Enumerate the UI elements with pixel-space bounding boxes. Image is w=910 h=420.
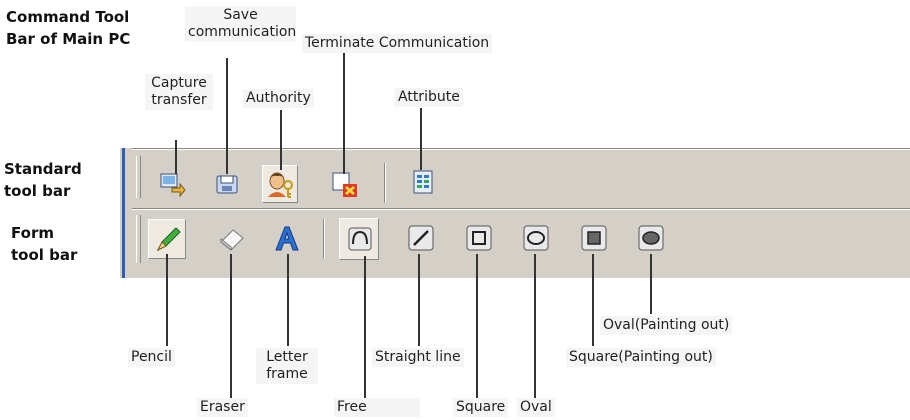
square-icon (466, 225, 492, 251)
straight-line-button[interactable] (403, 220, 437, 254)
straight-line-icon (408, 225, 434, 251)
toolbar-grip[interactable] (122, 148, 125, 278)
eraser-button[interactable] (215, 221, 249, 255)
leader-letter-frame (287, 254, 289, 346)
free-label-text: Free (337, 399, 367, 415)
label-terminate-communication: Terminate Communication (302, 34, 493, 53)
oval-button[interactable] (519, 221, 553, 255)
save-label-line1: Save (223, 7, 258, 23)
label-oval-painting-out: Oval(Painting out) (600, 316, 733, 335)
leader-eraser (230, 254, 232, 400)
standard-label-line2: tool bar (4, 182, 71, 200)
capture-label-line2: transfer (151, 92, 207, 108)
standard-toolbar-handle[interactable] (136, 156, 141, 198)
authority-icon (268, 172, 293, 198)
form-toolbar-label: Form tool bar (11, 222, 77, 266)
letter-frame-icon (275, 226, 299, 251)
save-label-line2: communication (188, 24, 297, 40)
label-letter-frame: Letter frame (256, 348, 318, 384)
standard-toolbar (132, 150, 910, 206)
terminate-communication-icon (332, 172, 357, 197)
leader-terminate-communication (343, 52, 345, 174)
letter-frame-button[interactable] (270, 221, 304, 255)
leader-oval (534, 254, 536, 398)
standard-toolbar-label: Standard tool bar (4, 158, 82, 202)
attribute-button[interactable] (406, 165, 440, 199)
standard-separator (384, 163, 386, 203)
leader-attribute (420, 108, 422, 170)
square-painting-out-button[interactable] (577, 221, 611, 255)
diagram-heading: Command Tool Bar of Main PC (6, 6, 130, 50)
free-icon (348, 227, 372, 251)
label-square-painting-out: Square(Painting out) (566, 348, 716, 367)
leader-free (364, 256, 366, 398)
leader-authority (280, 110, 282, 170)
capture-label-line1: Capture (151, 75, 207, 91)
terminate-communication-button[interactable] (328, 167, 362, 201)
pencil-icon (156, 227, 181, 252)
label-eraser: Eraser (197, 398, 248, 417)
heading-line2: Bar of Main PC (6, 30, 131, 48)
square-button[interactable] (462, 221, 496, 255)
label-capture-transfer: Capture transfer (145, 74, 213, 110)
label-save-communication: Save communication (185, 6, 296, 42)
label-attribute: Attribute (395, 88, 463, 107)
eraser-icon (220, 229, 244, 252)
label-pencil: Pencil (128, 348, 175, 367)
oval-icon (523, 225, 549, 251)
heading-line1: Command Tool (6, 8, 130, 26)
attribute-icon (413, 170, 433, 194)
free-button[interactable] (339, 218, 379, 260)
oval-painting-out-icon (638, 225, 664, 251)
standard-label-line1: Standard (4, 160, 82, 178)
form-label-line2: tool bar (11, 246, 78, 264)
letter-frame-label-line2: frame (266, 366, 308, 382)
label-authority: Authority (243, 89, 314, 108)
leader-capture-transfer (175, 140, 177, 174)
square-painting-out-icon (581, 225, 607, 251)
label-straight-line: Straight line (372, 348, 464, 367)
leader-oval-painting-out (650, 254, 652, 314)
capture-transfer-button[interactable] (155, 167, 189, 201)
leader-save-communication (226, 58, 228, 174)
form-label-line1: Form (11, 224, 54, 242)
pencil-button[interactable] (148, 219, 186, 259)
row-divider-highlight (132, 209, 910, 210)
label-oval: Oval (517, 398, 555, 417)
letter-frame-label-line1: Letter (266, 349, 308, 365)
label-free: Free (334, 398, 420, 417)
leader-pencil (166, 254, 168, 346)
oval-painting-out-button[interactable] (634, 221, 668, 255)
leader-square-painting-out (592, 254, 594, 346)
leader-square (476, 254, 478, 398)
label-square: Square (453, 398, 509, 417)
authority-button[interactable] (262, 165, 298, 203)
save-communication-icon (216, 175, 238, 194)
leader-straight-line (418, 254, 420, 346)
form-separator (323, 219, 325, 259)
capture-transfer-icon (160, 173, 186, 198)
form-toolbar-handle[interactable] (136, 215, 141, 263)
